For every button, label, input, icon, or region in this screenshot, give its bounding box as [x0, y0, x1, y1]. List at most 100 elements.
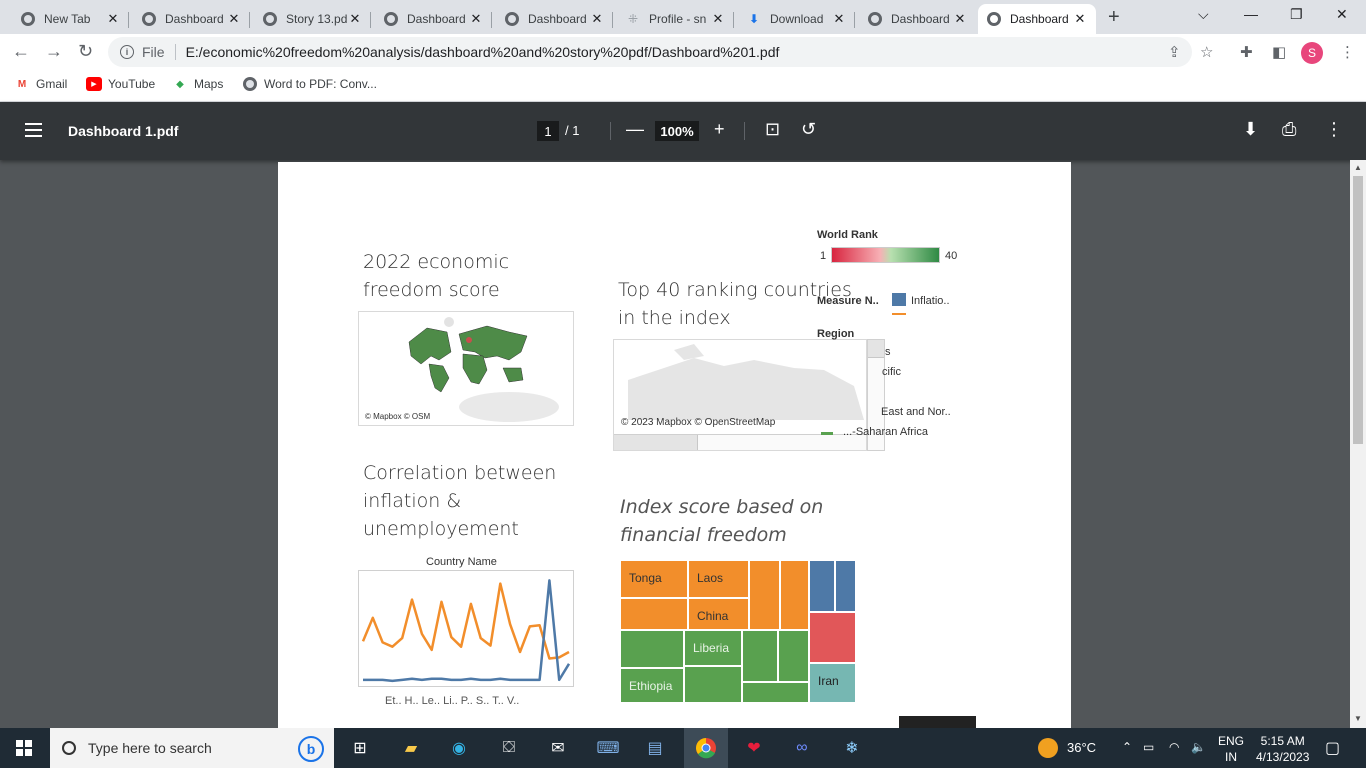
- snowflake-app-icon[interactable]: ❄: [840, 736, 864, 760]
- store-icon[interactable]: ⛋: [497, 736, 521, 760]
- side-panel-icon[interactable]: ◧: [1272, 43, 1286, 61]
- language-indicator[interactable]: ENG IN: [1218, 733, 1244, 765]
- zoom-in-button[interactable]: +: [714, 119, 725, 140]
- network-app-icon[interactable]: ▤: [643, 736, 667, 760]
- page-number-input[interactable]: 1: [537, 121, 559, 141]
- forward-arrow-icon[interactable]: →: [45, 41, 63, 62]
- file-explorer-icon[interactable]: ▰: [399, 736, 423, 760]
- edge-icon[interactable]: ◉: [447, 736, 471, 760]
- infinity-app-icon[interactable]: ∞: [790, 736, 814, 760]
- tab-dashboard-2[interactable]: Dashboard ✕: [375, 4, 492, 34]
- close-icon[interactable]: ✕: [589, 11, 605, 27]
- correlation-line-chart[interactable]: [359, 571, 573, 686]
- zoom-out-button[interactable]: —: [626, 119, 644, 140]
- bing-icon[interactable]: b: [298, 736, 324, 762]
- bookmark-youtube[interactable]: ▶ YouTube: [86, 77, 155, 91]
- reload-icon[interactable]: ↻: [78, 41, 93, 62]
- treemap-tile[interactable]: [742, 630, 778, 682]
- close-icon[interactable]: ✕: [831, 11, 847, 27]
- treemap-tile[interactable]: [620, 630, 684, 668]
- tab-download[interactable]: ⬇ Download ✕: [738, 4, 855, 34]
- scroll-thumb[interactable]: [1353, 176, 1363, 444]
- menu-hamburger-icon[interactable]: [25, 123, 42, 137]
- chrome-taskbar-icon[interactable]: [684, 728, 728, 768]
- treemap-tile[interactable]: [780, 560, 809, 630]
- scroll-thumb[interactable]: [868, 340, 884, 358]
- weather-sun-icon[interactable]: [1038, 738, 1058, 758]
- treemap-tile[interactable]: [684, 666, 742, 703]
- map-horizontal-scrollbar[interactable]: [614, 434, 866, 450]
- info-icon[interactable]: i: [120, 45, 134, 59]
- tab-search-chevron-icon[interactable]: ⌵: [1198, 6, 1209, 23]
- back-arrow-icon[interactable]: ←: [12, 41, 30, 62]
- tab-story[interactable]: Story 13.pd ✕: [254, 4, 371, 34]
- treemap-tile[interactable]: [835, 560, 856, 612]
- treemap-tile[interactable]: [742, 682, 809, 703]
- fit-page-icon[interactable]: ⊡: [765, 119, 780, 140]
- rotate-icon[interactable]: ↺: [801, 119, 816, 140]
- profile-avatar[interactable]: S: [1301, 42, 1323, 64]
- zoom-level-input[interactable]: 100%: [655, 121, 699, 141]
- world-map-economic-freedom[interactable]: © Mapbox © OSM: [358, 311, 574, 426]
- more-options-icon[interactable]: ⋮: [1325, 119, 1343, 140]
- menu-kebab-icon[interactable]: ⋮: [1340, 43, 1355, 61]
- treemap-tile[interactable]: [749, 560, 780, 630]
- close-icon[interactable]: ✕: [1072, 11, 1088, 27]
- tab-dashboard-3[interactable]: Dashboard ✕: [496, 4, 613, 34]
- bookmark-maps[interactable]: ◆ Maps: [172, 77, 223, 91]
- treemap-tile-liberia[interactable]: Liberia: [684, 630, 742, 666]
- share-icon[interactable]: ⇪: [1168, 43, 1181, 61]
- heart-app-icon[interactable]: ❤: [742, 736, 766, 760]
- treemap-tile-ethiopia[interactable]: Ethiopia: [620, 668, 684, 703]
- clock[interactable]: 5:15 AM 4/13/2023: [1256, 733, 1309, 765]
- url-text[interactable]: E:/economic%20freedom%20analysis/dashboa…: [186, 44, 780, 60]
- tab-profile[interactable]: ⁜ Profile - sn ✕: [617, 4, 734, 34]
- tab-dashboard-1[interactable]: Dashboard ✕: [133, 4, 250, 34]
- treemap-tile-china[interactable]: China: [688, 598, 749, 630]
- treemap-tile[interactable]: [809, 560, 835, 612]
- tab-dashboard-active[interactable]: Dashboard ✕: [978, 4, 1096, 34]
- address-bar[interactable]: i File E:/economic%20freedom%20analysis/…: [108, 37, 1192, 67]
- close-icon[interactable]: ✕: [710, 11, 726, 27]
- tab-dashboard-4[interactable]: Dashboard ✕: [859, 4, 976, 34]
- tray-chevron-icon[interactable]: ⌃: [1122, 740, 1132, 754]
- close-icon[interactable]: ✕: [226, 11, 242, 27]
- bookmark-word-to-pdf[interactable]: Word to PDF: Conv...: [242, 77, 377, 91]
- close-icon[interactable]: ✕: [105, 11, 121, 27]
- download-icon[interactable]: ⬇: [1243, 119, 1258, 140]
- scroll-down-arrow[interactable]: ▼: [1354, 714, 1362, 723]
- volume-icon[interactable]: 🔈: [1191, 740, 1206, 754]
- scroll-up-arrow[interactable]: ▲: [1354, 163, 1362, 172]
- notification-icon[interactable]: ▢: [1325, 738, 1340, 758]
- taskbar-search-input[interactable]: Type here to search b: [50, 728, 334, 768]
- temperature[interactable]: 36°C: [1067, 740, 1096, 755]
- extensions-icon[interactable]: ✚: [1240, 43, 1253, 61]
- task-view-icon[interactable]: ⊞: [348, 736, 372, 760]
- print-icon[interactable]: ⎙: [1282, 119, 1296, 140]
- wifi-icon[interactable]: ◠: [1169, 740, 1179, 754]
- treemap-tile-laos[interactable]: Laos: [688, 560, 749, 598]
- computer-icon[interactable]: ⌨: [596, 736, 620, 760]
- treemap-tile[interactable]: [778, 630, 809, 682]
- mail-icon[interactable]: ✉: [546, 736, 570, 760]
- bookmark-gmail[interactable]: M Gmail: [14, 77, 68, 91]
- close-window-button[interactable]: ✕: [1336, 6, 1348, 23]
- line-series-0[interactable]: [361, 582, 570, 660]
- page-scrollbar[interactable]: ▲ ▼: [1350, 160, 1366, 728]
- close-icon[interactable]: ✕: [468, 11, 484, 27]
- treemap-tile[interactable]: [809, 612, 856, 663]
- scroll-thumb[interactable]: [614, 435, 698, 450]
- maximize-button[interactable]: ❐: [1290, 6, 1303, 23]
- tab-new-tab[interactable]: New Tab ✕: [12, 4, 129, 34]
- treemap-tile-iran[interactable]: Iran: [809, 663, 856, 703]
- windows-start-icon[interactable]: [12, 736, 36, 760]
- minimize-button[interactable]: —: [1244, 6, 1258, 22]
- treemap-tile[interactable]: [620, 598, 688, 630]
- bookmark-star-icon[interactable]: ☆: [1200, 43, 1213, 61]
- close-icon[interactable]: ✕: [347, 11, 363, 27]
- battery-icon[interactable]: ▭: [1143, 740, 1154, 754]
- treemap-tile-tonga[interactable]: Tonga: [620, 560, 688, 598]
- tab-label: Profile - sn: [649, 12, 707, 26]
- close-icon[interactable]: ✕: [952, 11, 968, 27]
- new-tab-button[interactable]: +: [1108, 6, 1120, 29]
